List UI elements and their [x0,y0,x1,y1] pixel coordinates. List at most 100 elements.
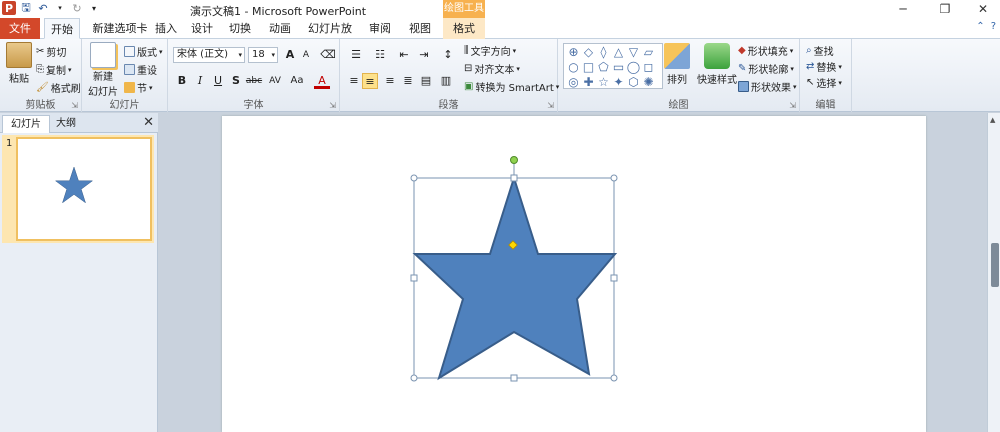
minimize-button[interactable]: ─ [884,0,922,18]
decrease-indent-icon[interactable]: ⇤ [396,47,412,63]
slide-thumbnail[interactable] [16,137,152,241]
shape-option-11[interactable]: ◻ [641,60,656,75]
find-button[interactable]: ⌕ 查找 [806,43,834,58]
shape-option-2[interactable]: ◊ [596,45,611,60]
tab-insert[interactable]: 插入 [154,18,178,39]
underline-button[interactable]: U [210,73,226,89]
shape-option-6[interactable]: ○ [566,60,581,75]
shape-option-1[interactable]: ◇ [581,45,596,60]
shape-option-12[interactable]: ◎ [566,75,581,90]
shape-option-3[interactable]: △ [611,45,626,60]
redo-icon[interactable]: ↻ [70,1,84,15]
numbering-icon[interactable]: ☷ [370,47,390,63]
resize-handle-top[interactable] [510,174,518,182]
scroll-up-icon[interactable]: ▲ [990,116,995,124]
shape-option-17[interactable]: ✺ [641,75,656,90]
tab-outline[interactable]: 大纲 [48,115,84,133]
italic-button[interactable]: I [192,73,208,89]
drawing-launcher-icon[interactable]: ⇲ [789,101,796,110]
font-color-button[interactable]: A [314,73,330,89]
shape-outline-button[interactable]: ✎ 形状轮廓 ▾ [738,61,794,76]
shape-fill-button[interactable]: ◆ 形状填充 ▾ [738,43,793,58]
columns-icon[interactable]: ▥ [438,73,454,89]
resize-handle-bottom[interactable] [510,374,518,382]
shape-option-16[interactable]: ⬡ [626,75,641,90]
copy-button[interactable]: ⎘ 复制 ▾ [36,62,72,77]
font-launcher-icon[interactable]: ⇲ [329,101,336,110]
resize-handle-left[interactable] [410,274,418,282]
grow-font-button[interactable]: A [282,47,298,63]
section-button[interactable]: 节 ▾ [124,80,153,95]
clipboard-launcher-icon[interactable]: ⇲ [71,101,78,110]
increase-indent-icon[interactable]: ⇥ [416,47,432,63]
resize-handle-tl[interactable] [410,174,418,182]
undo-dropdown-icon[interactable]: ▾ [53,1,67,15]
strikethrough-button[interactable]: abc [244,73,264,89]
tab-slideshow[interactable]: 幻灯片放映 [306,18,354,56]
distributed-icon[interactable]: ▤ [418,73,434,89]
new-slide-button[interactable]: 新建 幻灯片 [88,42,118,98]
collapse-ribbon-icon[interactable]: ⌃ [976,21,984,32]
tab-home[interactable]: 开始 [44,18,80,39]
shadow-button[interactable]: S [228,73,244,89]
char-spacing-button[interactable]: AV [264,73,286,89]
shapes-gallery[interactable]: ⊕ ◇ ◊ △ ▽ ▱ ○ □ ⬠ ▭ ◯ ◻ ◎ ✚ ☆ ✦ ⬡ ✺ [563,43,663,89]
paste-button[interactable]: 粘贴 [6,42,32,85]
format-painter-button[interactable]: 🖌 格式刷 [36,80,81,95]
star-shape[interactable] [412,174,618,381]
align-right-icon[interactable]: ≡ [382,73,398,89]
cut-button[interactable]: ✂ 剪切 [36,44,66,59]
scroll-thumb[interactable] [991,243,999,287]
clear-format-icon[interactable]: ⌫ [320,47,336,63]
customize-qat-icon[interactable]: ▾ [87,1,101,15]
tab-review[interactable]: 审阅 [368,18,392,39]
powerpoint-app-icon[interactable]: P [2,1,16,15]
resize-handle-bl[interactable] [410,374,418,382]
font-name-combo[interactable]: 宋体 (正文) ▾ [173,47,245,63]
tab-animations[interactable]: 动画 [268,18,292,39]
tab-view[interactable]: 视图 [408,18,432,39]
restore-button[interactable]: ❐ [926,0,964,18]
undo-icon[interactable]: ↶ [36,1,50,15]
tab-design[interactable]: 设计 [190,18,214,39]
help-icon[interactable]: ? [991,21,996,32]
text-direction-button[interactable]: ⫼ 文字方向 ▾ [464,43,516,58]
shape-option-13[interactable]: ✚ [581,75,596,90]
shape-option-8[interactable]: ⬠ [596,60,611,75]
paragraph-launcher-icon[interactable]: ⇲ [547,101,554,110]
replace-button[interactable]: ⇄ 替换 ▾ [806,59,842,74]
close-pane-icon[interactable]: ✕ [143,115,154,130]
save-icon[interactable]: 🖫 [19,1,33,15]
rotation-handle[interactable] [510,156,518,164]
shape-option-9[interactable]: ▭ [611,60,626,75]
slide-area[interactable] [222,116,926,432]
shape-option-0[interactable]: ⊕ [566,45,581,60]
shape-effects-button[interactable]: 形状效果 ▾ [738,79,797,94]
shape-option-7[interactable]: □ [581,60,596,75]
font-size-combo[interactable]: 18 ▾ [248,47,278,63]
shape-option-10[interactable]: ◯ [626,60,641,75]
tab-file[interactable]: 文件 [0,18,40,39]
align-left-icon[interactable]: ≡ [346,73,362,89]
change-case-button[interactable]: Aa [286,73,308,89]
bold-button[interactable]: B [174,73,190,89]
tab-slides[interactable]: 幻灯片 [2,115,50,133]
convert-smartart-button[interactable]: ▣ 转换为 SmartArt ▾ [464,79,559,94]
quick-styles-button[interactable]: 快速样式 [697,43,737,86]
align-text-button[interactable]: ⊟ 对齐文本 ▾ [464,61,520,76]
bullets-icon[interactable]: ☰ [346,47,366,63]
shrink-font-button[interactable]: A [298,47,314,63]
layout-button[interactable]: 版式 ▾ [124,44,163,59]
resize-handle-tr[interactable] [610,174,618,182]
shape-option-4[interactable]: ▽ [626,45,641,60]
vertical-scrollbar[interactable]: ▲ [987,113,1000,432]
shape-option-15[interactable]: ✦ [611,75,626,90]
resize-handle-br[interactable] [610,374,618,382]
tab-format[interactable]: 格式 [443,18,485,39]
select-button[interactable]: ↖ 选择 ▾ [806,75,842,90]
shape-option-5[interactable]: ▱ [641,45,656,60]
arrange-button[interactable]: 排列 [664,43,690,86]
close-button[interactable]: ✕ [964,0,1000,18]
tab-transitions[interactable]: 切换 [228,18,252,39]
align-center-icon[interactable]: ≡ [362,73,378,89]
